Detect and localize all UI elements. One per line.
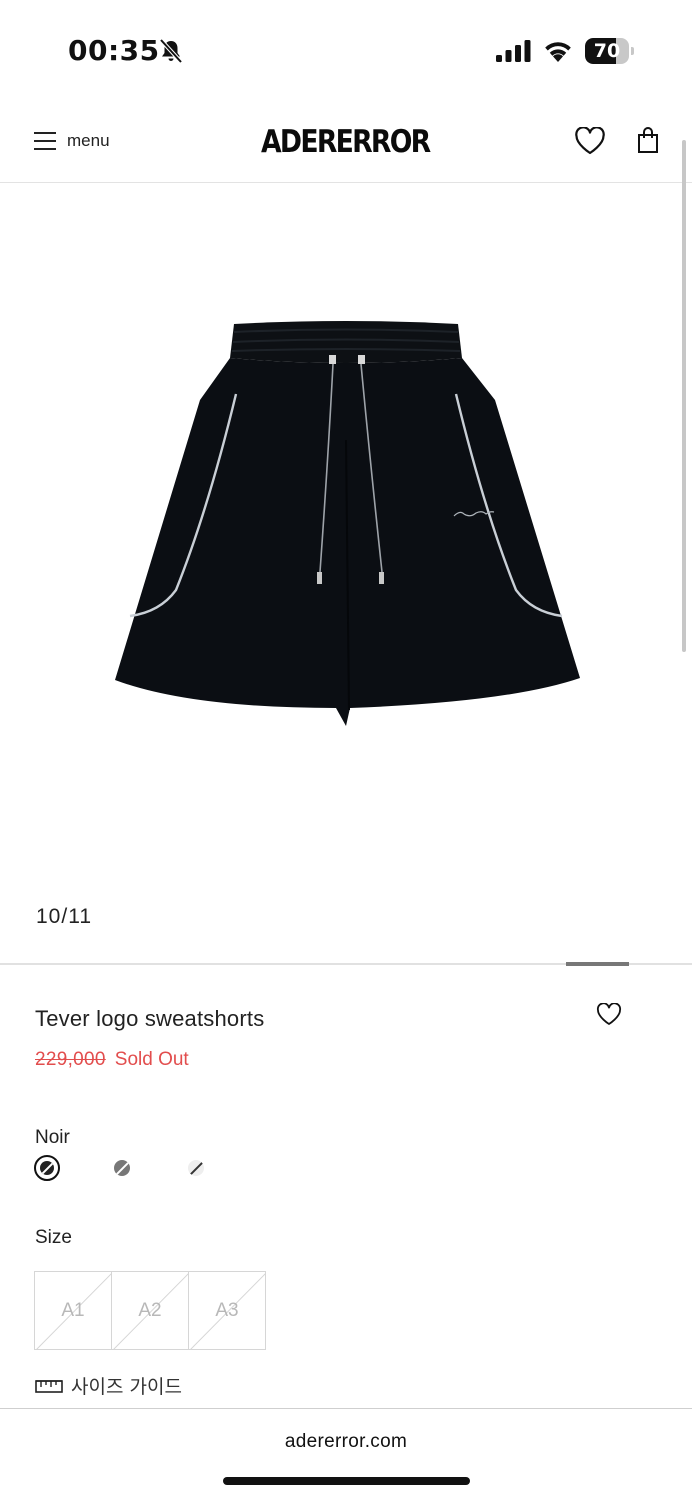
- cellular-signal-icon: [496, 40, 531, 62]
- image-counter: 10/11: [36, 905, 92, 928]
- size-option-label: A2: [138, 1300, 162, 1321]
- battery-body: 70: [585, 38, 629, 64]
- battery-level: 70: [593, 40, 621, 62]
- size-guide-link[interactable]: 사이즈 가이드: [35, 1372, 182, 1399]
- status-time: 00:35: [68, 34, 160, 67]
- heart-icon[interactable]: [574, 127, 606, 155]
- price-row: 229,000 Sold Out: [35, 1049, 189, 1071]
- hamburger-icon: [34, 132, 56, 150]
- home-indicator[interactable]: [223, 1477, 470, 1485]
- size-label: Size: [35, 1227, 72, 1248]
- scrollbar[interactable]: [682, 140, 686, 652]
- size-option-a3[interactable]: A3: [188, 1271, 266, 1350]
- wishlist-heart-icon[interactable]: [596, 1003, 622, 1026]
- product-name: Tever logo sweatshorts: [35, 1006, 265, 1031]
- size-option-a2[interactable]: A2: [111, 1271, 189, 1350]
- bell-slash-icon: [159, 38, 183, 64]
- color-swatch-white[interactable]: [183, 1155, 209, 1181]
- battery-tip: [631, 47, 634, 55]
- size-option-a1[interactable]: A1: [34, 1271, 112, 1350]
- browser-url-bar[interactable]: adererror.com: [0, 1409, 692, 1500]
- sold-out-label: Sold Out: [114, 1049, 189, 1070]
- color-swatch-noir[interactable]: [34, 1155, 60, 1181]
- color-swatch-gray[interactable]: [109, 1155, 135, 1181]
- wifi-icon: [545, 42, 571, 62]
- url-text[interactable]: adererror.com: [0, 1431, 692, 1453]
- menu-label: menu: [67, 131, 110, 150]
- size-option-label: A3: [215, 1300, 239, 1321]
- size-option-label: A1: [61, 1300, 85, 1321]
- color-label: Noir: [35, 1127, 70, 1148]
- brand-logo[interactable]: ADERERROR: [261, 124, 431, 160]
- size-guide-label: 사이즈 가이드: [71, 1376, 182, 1398]
- status-bar: 00:35 70: [0, 0, 692, 100]
- site-header: menu ADERERROR: [0, 100, 692, 183]
- size-options: A1 A2 A3: [34, 1271, 266, 1350]
- shopping-bag-icon[interactable]: [637, 126, 659, 154]
- carousel-indicator: [566, 962, 629, 966]
- original-price: 229,000: [35, 1049, 106, 1070]
- black-sweatshorts-image[interactable]: [100, 310, 592, 735]
- menu-button[interactable]: menu: [34, 126, 110, 156]
- ruler-icon: [35, 1379, 63, 1393]
- battery-icon: 70: [585, 38, 634, 64]
